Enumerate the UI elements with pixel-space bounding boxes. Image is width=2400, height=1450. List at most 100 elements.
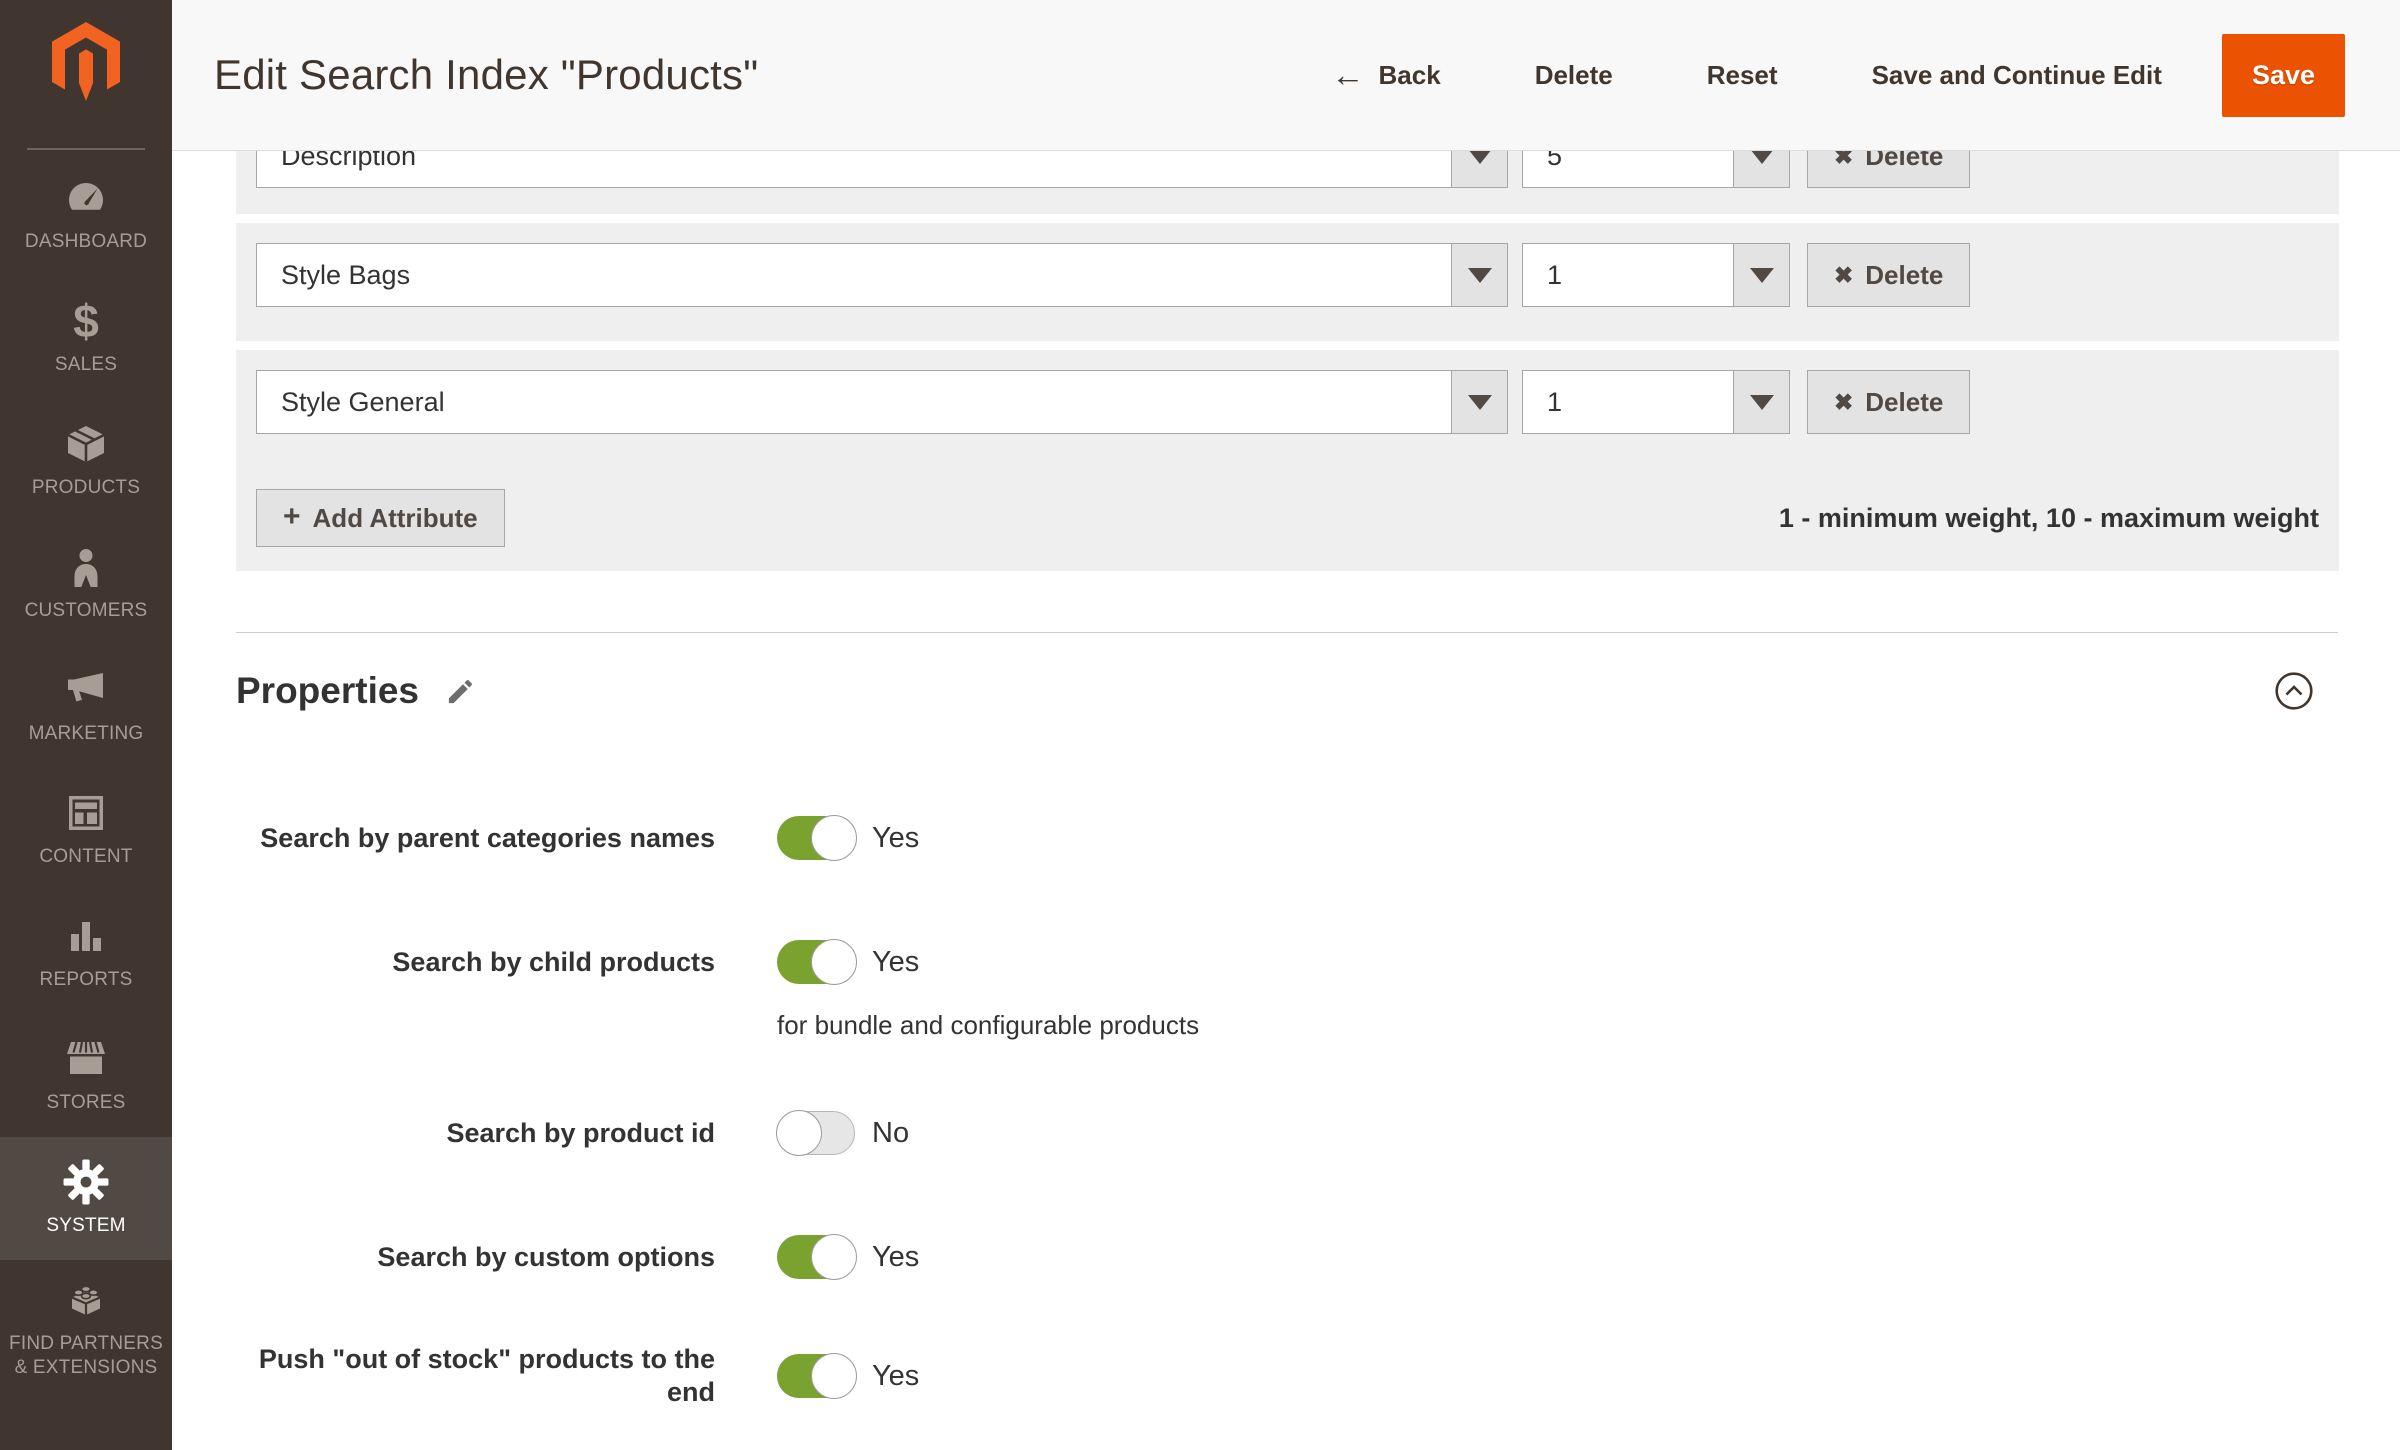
field-push-out-of-stock: Push "out of stock" products to the end … — [236, 1343, 2339, 1409]
sidebar-item-products[interactable]: PRODUCTS — [0, 399, 172, 522]
field-search-by-custom-options: Search by custom options Yes — [236, 1235, 2339, 1279]
collapse-section-button[interactable] — [2274, 671, 2314, 711]
dashboard-gauge-icon — [63, 175, 109, 221]
storefront-icon — [64, 1036, 108, 1082]
sidebar-item-label: CUSTOMERS — [25, 599, 148, 623]
person-icon — [64, 544, 108, 590]
sidebar-item-label: DASHBOARD — [25, 230, 147, 254]
delete-button[interactable]: Delete — [1535, 60, 1613, 91]
save-and-continue-button[interactable]: Save and Continue Edit — [1872, 60, 2162, 91]
layout-icon — [64, 790, 108, 836]
field-search-by-child-products: Search by child products Yes — [236, 940, 2339, 984]
toggle-switch[interactable] — [777, 940, 855, 984]
weight-select-value: 1 — [1547, 371, 1729, 433]
delete-attribute-button[interactable]: ✖ Delete — [1807, 370, 1970, 434]
sidebar-item-label: SALES — [55, 353, 117, 377]
back-button[interactable]: ← Back — [1332, 60, 1441, 91]
weight-select[interactable]: 1 — [1522, 243, 1790, 307]
bar-chart-icon — [64, 913, 108, 959]
box-icon — [64, 421, 108, 467]
plus-icon: + — [283, 503, 301, 531]
delete-attribute-button[interactable]: ✖ Delete — [1807, 243, 1970, 307]
properties-fields: Search by parent categories names Yes Se… — [236, 816, 2339, 1409]
attribute-select[interactable]: Description — [256, 151, 1508, 188]
toggle-value: Yes — [872, 822, 919, 855]
megaphone-icon — [64, 667, 108, 713]
main-content: Description 5 ✖ Delete Style Bags — [172, 151, 2400, 1450]
save-button[interactable]: Save — [2222, 34, 2345, 117]
chevron-down-icon[interactable] — [1733, 371, 1789, 433]
sidebar-menu: DASHBOARD $ SALES PRODUCTS — [0, 153, 172, 1400]
toggle-knob — [811, 1353, 857, 1399]
chevron-down-icon[interactable] — [1733, 151, 1789, 187]
sidebar-item-label: REPORTS — [40, 968, 133, 992]
magento-admin-page: DASHBOARD $ SALES PRODUCTS — [0, 0, 2400, 1450]
attribute-row: Description 5 ✖ Delete — [236, 151, 2339, 214]
sidebar-item-label: MARKETING — [29, 722, 144, 746]
delete-attribute-button[interactable]: ✖ Delete — [1807, 151, 1970, 188]
sidebar-item-find-partners[interactable]: FIND PARTNERS & EXTENSIONS — [0, 1260, 172, 1400]
edit-pencil-icon[interactable] — [445, 676, 476, 707]
header-actions: ← Back Delete Reset Save and Continue Ed… — [1332, 34, 2345, 117]
reset-button[interactable]: Reset — [1707, 60, 1778, 91]
x-icon: ✖ — [1834, 391, 1853, 414]
sidebar-item-system[interactable]: SYSTEM — [0, 1137, 172, 1260]
field-label: Search by custom options — [236, 1241, 715, 1274]
field-note: for bundle and configurable products — [777, 1010, 2339, 1041]
sidebar-item-stores[interactable]: STORES — [0, 1014, 172, 1137]
chevron-up-circle-icon — [2274, 671, 2314, 711]
toggle-knob — [811, 939, 857, 985]
weight-select[interactable]: 1 — [1522, 370, 1790, 434]
admin-sidebar: DASHBOARD $ SALES PRODUCTS — [0, 0, 172, 1450]
magento-logo-icon — [51, 21, 121, 105]
back-arrow-icon: ← — [1332, 62, 1365, 88]
attribute-row: Style General 1 ✖ Delete + Add Attribute… — [236, 350, 2339, 571]
sidebar-item-content[interactable]: CONTENT — [0, 768, 172, 891]
weight-select-value: 1 — [1547, 244, 1729, 306]
weight-select-value: 5 — [1547, 151, 1729, 187]
toggle-knob — [776, 1110, 822, 1156]
sidebar-item-customers[interactable]: CUSTOMERS — [0, 522, 172, 645]
field-search-by-product-id: Search by product id No — [236, 1111, 2339, 1155]
chevron-down-icon[interactable] — [1451, 244, 1507, 306]
weight-select[interactable]: 5 — [1522, 151, 1790, 188]
toggle-value: Yes — [872, 946, 919, 979]
sidebar-item-marketing[interactable]: MARKETING — [0, 645, 172, 768]
magento-logo[interactable] — [0, 0, 172, 150]
field-label: Search by product id — [236, 1117, 715, 1150]
attribute-select-value: Style Bags — [281, 244, 1447, 306]
toggle-value: Yes — [872, 1360, 919, 1393]
toggle-value: Yes — [872, 1241, 919, 1274]
sidebar-item-label: STORES — [47, 1091, 126, 1115]
field-search-by-parent-categories: Search by parent categories names Yes — [236, 816, 2339, 860]
sidebar-item-label: SYSTEM — [46, 1214, 125, 1238]
attribute-select[interactable]: Style General — [256, 370, 1508, 434]
toggle-switch[interactable] — [777, 1235, 855, 1279]
x-icon: ✖ — [1834, 151, 1853, 168]
attribute-select[interactable]: Style Bags — [256, 243, 1508, 307]
attribute-select-value: Description — [281, 151, 1447, 187]
toggle-value: No — [872, 1117, 909, 1150]
properties-header: Properties — [236, 670, 2339, 712]
toggle-switch[interactable] — [777, 1354, 855, 1398]
attribute-select-value: Style General — [281, 371, 1447, 433]
attribute-row: Style Bags 1 ✖ Delete — [236, 223, 2339, 341]
chevron-down-icon[interactable] — [1733, 244, 1789, 306]
toggle-switch[interactable] — [777, 816, 855, 860]
logo-divider — [27, 148, 145, 150]
chevron-down-icon[interactable] — [1451, 151, 1507, 187]
dollar-icon: $ — [73, 298, 99, 344]
add-attribute-button[interactable]: + Add Attribute — [256, 489, 505, 547]
field-label: Search by child products — [236, 946, 715, 979]
sidebar-item-reports[interactable]: REPORTS — [0, 891, 172, 1014]
field-label: Push "out of stock" products to the end — [236, 1343, 715, 1409]
sidebar-item-sales[interactable]: $ SALES — [0, 276, 172, 399]
page-header: Edit Search Index "Products" ← Back Dele… — [172, 0, 2400, 151]
sidebar-item-dashboard[interactable]: DASHBOARD — [0, 153, 172, 276]
toggle-knob — [811, 1234, 857, 1280]
sidebar-item-label: CONTENT — [39, 845, 132, 869]
chevron-down-icon[interactable] — [1451, 371, 1507, 433]
sidebar-item-label: PRODUCTS — [32, 476, 140, 500]
toggle-switch[interactable] — [777, 1111, 855, 1155]
toggle-knob — [811, 815, 857, 861]
